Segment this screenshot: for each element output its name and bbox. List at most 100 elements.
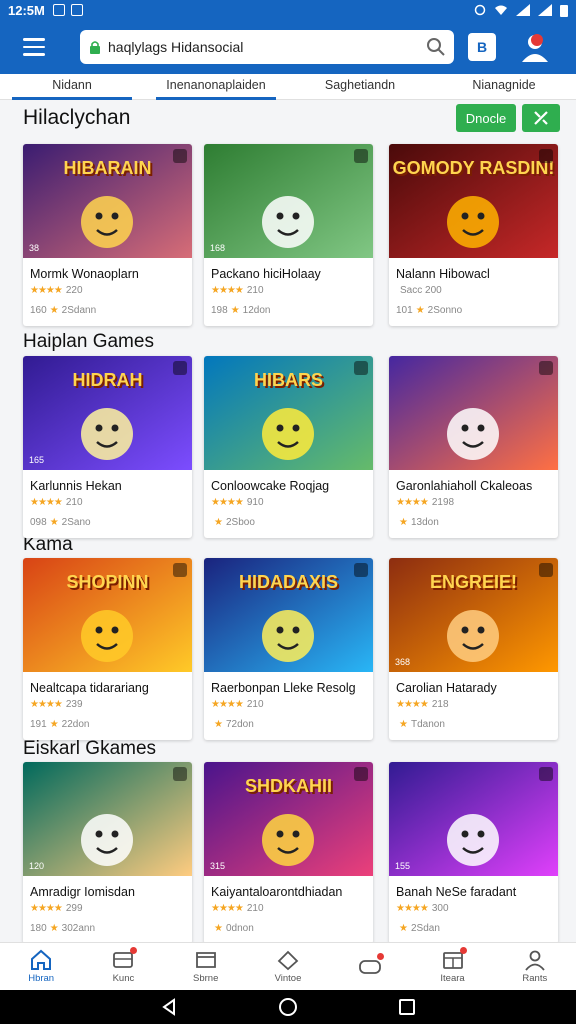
favorite-icon[interactable] bbox=[354, 149, 368, 163]
favorite-icon[interactable] bbox=[539, 149, 553, 163]
rating-stars: ★★★★ bbox=[30, 903, 63, 914]
star-icon: ★ bbox=[214, 923, 223, 934]
tab-2[interactable]: Saghetiandn bbox=[288, 74, 432, 100]
favorite-icon[interactable] bbox=[539, 361, 553, 375]
nav-label: Vintoe bbox=[274, 973, 302, 984]
nav-shape[interactable]: Vintoe bbox=[247, 943, 329, 990]
game-thumbnail[interactable]: SHDKAHII 315 bbox=[204, 762, 373, 876]
status-bar: 12:5М bbox=[0, 0, 576, 20]
favorite-icon[interactable] bbox=[354, 361, 368, 375]
game-card[interactable]: SHOPINN Nealtcapa tidarariang ★★★★ 239 191 ★ 2… bbox=[23, 558, 192, 740]
favorite-icon[interactable] bbox=[539, 767, 553, 781]
game-title: Carolian Hatarady bbox=[396, 681, 497, 695]
game-title: Kaiyantaloarontdhiadan bbox=[211, 885, 343, 899]
game-card[interactable]: HIDADAXIS Raerbonpan Lleke Resolg ★★★★ 210 ★… bbox=[204, 558, 373, 740]
favorite-icon[interactable] bbox=[539, 563, 553, 577]
back-icon[interactable] bbox=[159, 997, 179, 1017]
nav-label: Sbrne bbox=[193, 973, 219, 984]
status-time: 12:5М bbox=[8, 2, 45, 18]
battery-icon bbox=[560, 4, 568, 17]
game-thumbnail[interactable]: HIDADAXIS bbox=[204, 558, 373, 672]
game-thumbnail[interactable]: SHOPINN bbox=[23, 558, 192, 672]
game-card[interactable]: GOMODY RASDIN! Nalann Hibowacl Sacc 200 101… bbox=[389, 144, 558, 326]
system-nav bbox=[0, 990, 576, 1024]
search-icon[interactable] bbox=[426, 37, 446, 57]
top-tabs: Nidann Inenanonaplaiden Saghetiandn Nian… bbox=[0, 74, 576, 100]
rating-value: 299 bbox=[65, 903, 83, 914]
game-art-title: HIDRAH bbox=[72, 370, 143, 390]
rating-stars: ★★★★ bbox=[211, 497, 244, 508]
favorite-icon[interactable] bbox=[173, 563, 187, 577]
game-thumbnail[interactable]: 155 bbox=[389, 762, 558, 876]
meta-count: 160 bbox=[30, 305, 47, 316]
rating-stars: ★★★★ bbox=[30, 699, 63, 710]
game-thumbnail[interactable] bbox=[389, 356, 558, 470]
game-card[interactable]: SHDKAHII 315 Kaiyantaloarontdhiadan ★★★★ 210… bbox=[204, 762, 373, 944]
nav-tools[interactable]: Iteara bbox=[411, 943, 493, 990]
nav-profile[interactable]: Rants bbox=[494, 943, 576, 990]
game-title: Garonlahiaholl Ckaleoas bbox=[396, 479, 533, 493]
game-badge: 368 bbox=[395, 657, 411, 667]
game-rating: ★★★★ 239 bbox=[30, 699, 83, 710]
game-art-title: HIBARS bbox=[253, 370, 323, 390]
favorite-icon[interactable] bbox=[173, 767, 187, 781]
game-badge: 155 bbox=[395, 861, 411, 871]
star-icon: ★ bbox=[399, 719, 408, 730]
tab-3[interactable]: Nianagnide bbox=[432, 74, 576, 100]
nav-home[interactable]: Hbran bbox=[0, 943, 82, 990]
meta-downloads: 22don bbox=[61, 719, 90, 730]
favorite-icon[interactable] bbox=[354, 767, 368, 781]
game-card[interactable]: 155 Banah NeSe faradant ★★★★ 300 ★ 2Sdan bbox=[389, 762, 558, 944]
search-box[interactable] bbox=[80, 30, 454, 64]
game-card[interactable]: 168 Packano hiciHolaay ★★★★ 210 198 ★ 12don bbox=[204, 144, 373, 326]
game-title: Amradigr Iomisdan bbox=[30, 885, 135, 899]
rating-stars: ★★★★ bbox=[396, 699, 429, 710]
favorite-icon[interactable] bbox=[173, 361, 187, 375]
app-bar: B bbox=[0, 20, 576, 74]
game-thumbnail[interactable]: HIBARAIN 38 bbox=[23, 144, 192, 258]
star-icon: ★ bbox=[214, 517, 223, 528]
nav-store[interactable]: Sbrne bbox=[165, 943, 247, 990]
avatar[interactable] bbox=[518, 30, 552, 64]
search-input[interactable] bbox=[108, 39, 420, 55]
game-card[interactable]: HIBARAIN 38 Mormk Wonaoplarn ★★★★ 220 160 ★ 2Sd… bbox=[23, 144, 192, 326]
game-card[interactable]: HIDRAH 165 Karlunnis Hekan ★★★★ 210 098 ★ 2Sano bbox=[23, 356, 192, 538]
meta-downloads: Tdanon bbox=[410, 719, 445, 730]
game-meta: 098 ★ 2Sano bbox=[30, 517, 91, 528]
nav-inbox[interactable]: Kunc bbox=[82, 943, 164, 990]
game-title: Packano hiciHolaay bbox=[211, 267, 321, 281]
game-thumbnail[interactable]: 120 bbox=[23, 762, 192, 876]
tab-0[interactable]: Nidann bbox=[0, 74, 144, 100]
game-thumbnail[interactable]: HIDRAH 165 bbox=[23, 356, 192, 470]
favorite-icon[interactable] bbox=[173, 149, 187, 163]
star-icon: ★ bbox=[214, 719, 223, 730]
favorite-icon[interactable] bbox=[354, 563, 368, 577]
rating-value: 910 bbox=[246, 497, 264, 508]
game-thumbnail[interactable]: 168 bbox=[204, 144, 373, 258]
tab-1[interactable]: Inenanonaplaiden bbox=[144, 74, 288, 100]
recents-icon[interactable] bbox=[397, 997, 417, 1017]
tools-button[interactable] bbox=[522, 104, 560, 132]
game-art-title: GOMODY RASDIN! bbox=[392, 158, 555, 178]
game-rating: Sacc 200 bbox=[396, 285, 442, 296]
primary-button[interactable]: Dnocle bbox=[456, 104, 516, 132]
rating-value: 300 bbox=[431, 903, 449, 914]
meta-count: 191 bbox=[30, 719, 47, 730]
game-card[interactable]: 120 Amradigr Iomisdan ★★★★ 299 180 ★ 302ann bbox=[23, 762, 192, 944]
game-card[interactable]: HIBARS Conloowcake Roqjag ★★★★ 910 ★ 2Sboo bbox=[204, 356, 373, 538]
game-thumbnail[interactable]: GOMODY RASDIN! bbox=[389, 144, 558, 258]
home-button-icon[interactable] bbox=[278, 997, 298, 1017]
game-title: Karlunnis Hekan bbox=[30, 479, 122, 493]
game-card[interactable]: ENGREIE! 368 Carolian Hatarady ★★★★ 218 ★ Tdan… bbox=[389, 558, 558, 740]
game-badge: 38 bbox=[29, 243, 40, 253]
game-card[interactable]: Garonlahiaholl Ckaleoas ★★★★ 2198 ★ 13don bbox=[389, 356, 558, 538]
tools-icon bbox=[534, 111, 548, 125]
menu-icon[interactable] bbox=[12, 25, 56, 69]
game-meta: ★ 13don bbox=[396, 517, 439, 528]
nav-games[interactable] bbox=[329, 943, 411, 990]
game-thumbnail[interactable]: HIBARS bbox=[204, 356, 373, 470]
bookmark-button[interactable]: B bbox=[468, 33, 496, 61]
meta-downloads: 12don bbox=[242, 305, 271, 316]
notification-icon bbox=[52, 4, 65, 16]
game-thumbnail[interactable]: ENGREIE! 368 bbox=[389, 558, 558, 672]
